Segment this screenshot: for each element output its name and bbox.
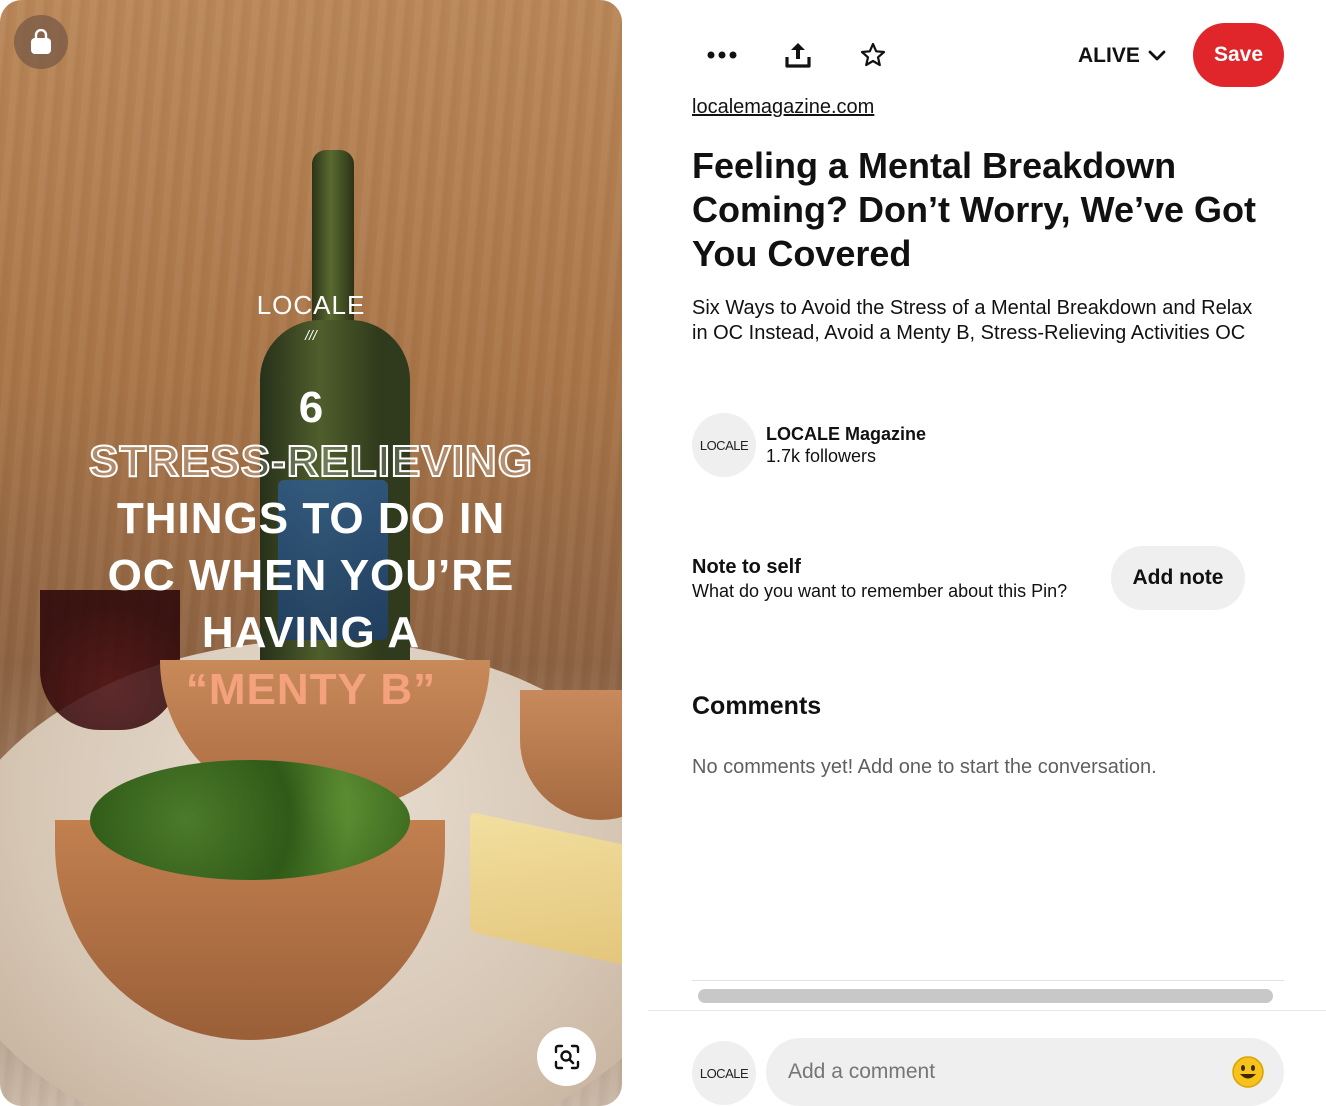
- comment-composer[interactable]: [766, 1038, 1284, 1106]
- creator-info: LOCALE Magazine 1.7k followers: [766, 423, 926, 467]
- pin-title: Feeling a Mental Breakdown Coming? Don’t…: [692, 145, 1257, 274]
- headline-number: 6: [298, 383, 324, 432]
- shopping-bag-icon: [31, 29, 51, 54]
- smiley-emoji-icon[interactable]: [1232, 1056, 1264, 1088]
- composer-divider: [648, 1010, 1326, 1011]
- salad: [90, 760, 410, 880]
- pin-description: Six Ways to Avoid the Stress of a Mental…: [692, 297, 1253, 344]
- add-note-button[interactable]: Add note: [1111, 546, 1245, 610]
- horizontal-scrollbar[interactable]: [692, 980, 1284, 1010]
- pin-toolbar: ALIVE Save: [700, 23, 1284, 87]
- note-to-self: Note to self What do you want to remembe…: [692, 546, 1252, 610]
- visual-search-button[interactable]: [537, 1027, 596, 1086]
- source-link[interactable]: localemagazine.com: [692, 96, 874, 119]
- image-brand-mark: ///: [305, 327, 317, 343]
- star-icon: [860, 42, 886, 67]
- headline-line-3: OC WHEN YOU’RE: [107, 551, 515, 600]
- scrollbar-thumb[interactable]: [698, 989, 1273, 1003]
- composer-avatar: LOCALE: [692, 1041, 756, 1105]
- comment-input[interactable]: [788, 1038, 1208, 1106]
- creator-followers: 1.7k followers: [766, 446, 877, 466]
- board-name: ALIVE: [1078, 44, 1140, 67]
- share-button[interactable]: [776, 33, 820, 77]
- share-icon: [785, 43, 811, 68]
- favorite-button[interactable]: [851, 33, 895, 77]
- note-title: Note to self: [692, 556, 801, 578]
- board-selector[interactable]: ALIVE: [1078, 39, 1166, 73]
- creator-profile[interactable]: LOCALE LOCALE Magazine 1.7k followers: [692, 413, 926, 477]
- note-prompt: What do you want to remember about this …: [692, 581, 1068, 601]
- creator-name[interactable]: LOCALE Magazine: [766, 423, 926, 445]
- headline-line-5: “MENTY B”: [185, 665, 437, 714]
- shop-button[interactable]: [14, 15, 68, 69]
- more-options-button[interactable]: [700, 33, 744, 77]
- comments-heading: Comments: [692, 692, 822, 720]
- pin-image[interactable]: LOCALE /// 6 STRESS-RELIEVING THINGS TO …: [0, 0, 622, 1106]
- visual-search-icon: [554, 1044, 579, 1069]
- headline-line-4: HAVING A: [201, 608, 421, 657]
- save-button[interactable]: Save: [1193, 23, 1284, 87]
- chevron-down-icon: [1148, 50, 1166, 61]
- creator-avatar[interactable]: LOCALE: [692, 413, 756, 477]
- headline-line-1: STRESS-RELIEVING: [88, 436, 533, 487]
- image-brand: LOCALE: [256, 290, 366, 320]
- image-overlay-text: LOCALE /// 6 STRESS-RELIEVING THINGS TO …: [0, 290, 622, 718]
- more-options-icon: [707, 51, 737, 59]
- headline-line-2: THINGS TO DO IN: [116, 494, 506, 543]
- comments-empty-text: No comments yet! Add one to start the co…: [692, 756, 1157, 778]
